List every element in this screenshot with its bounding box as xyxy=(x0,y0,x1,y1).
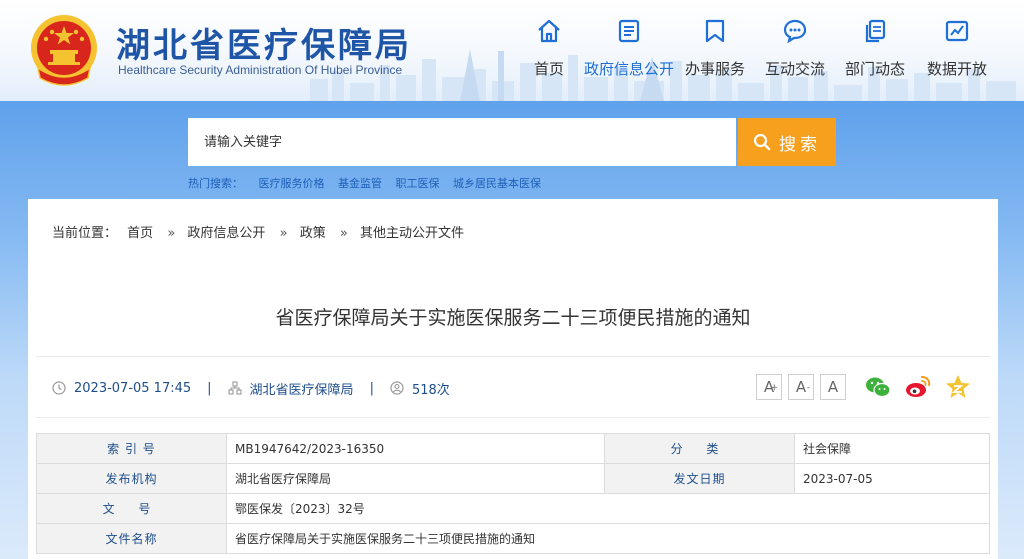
site-title: 湖北省医疗保障局 xyxy=(116,26,412,66)
breadcrumb-gov-info[interactable]: 政府信息公开 xyxy=(187,226,265,241)
font-default-button[interactable]: A xyxy=(820,374,846,400)
font-default-label: A xyxy=(827,378,839,396)
breadcrumb-separator: » xyxy=(167,226,176,241)
home-icon xyxy=(538,19,560,43)
site-subtitle: Healthcare Security Administration Of Hu… xyxy=(118,63,403,77)
hot-search-term[interactable]: 职工医保 xyxy=(396,177,440,190)
hot-search: 热门搜索： 医疗服务价格 基金监管 职工医保 城乡居民基本医保 xyxy=(188,175,551,191)
search-button-label: 搜索 xyxy=(779,134,821,155)
document-name-value: 省医疗保障局关于实施医保服务二十三项便民措施的通知 xyxy=(226,523,990,554)
font-decrease-button[interactable]: A- xyxy=(788,374,814,400)
nav-item-gov-info[interactable]: 政府信息公开 xyxy=(584,10,674,88)
clock-icon xyxy=(52,381,66,395)
organization-icon xyxy=(227,381,242,395)
qzone-star-icon[interactable] xyxy=(944,373,972,401)
index-number-label: 索 引 号 xyxy=(36,433,227,464)
publish-datetime: 2023-07-05 17:45 xyxy=(74,380,192,396)
article-meta: 2023-07-05 17:45 | 湖北省医疗保障局 | 518次 xyxy=(52,378,450,398)
nav-item-open-data[interactable]: 数据开放 xyxy=(912,10,1002,88)
table-row: 文件名称 省医疗保障局关于实施医保服务二十三项便民措施的通知 xyxy=(36,523,990,554)
hot-search-term[interactable]: 医疗服务价格 xyxy=(259,177,325,190)
search-button[interactable]: 搜索 xyxy=(738,118,836,166)
nav-label: 政府信息公开 xyxy=(584,60,675,78)
chat-bubble-icon xyxy=(783,19,807,44)
national-emblem-icon xyxy=(31,15,97,86)
breadcrumb-separator: » xyxy=(339,226,348,241)
category-label: 分 类 xyxy=(604,433,795,464)
breadcrumb-other-files[interactable]: 其他主动公开文件 xyxy=(360,226,464,241)
share-buttons xyxy=(864,373,972,401)
category-value: 社会保障 xyxy=(794,433,990,464)
site-header: 湖北省医疗保障局 Healthcare Security Administrat… xyxy=(0,0,1024,101)
font-increase-button[interactable]: A + xyxy=(756,374,782,400)
meta-divider: | xyxy=(369,380,374,396)
copy-document-icon xyxy=(865,19,886,43)
nav-item-services[interactable]: 办事服务 xyxy=(670,10,760,88)
weibo-icon[interactable] xyxy=(904,373,932,401)
breadcrumb: 当前位置： 首页 » 政府信息公开 » 政策 » 其他主动公开文件 xyxy=(52,222,470,241)
font-size-controls: A + A- A xyxy=(756,374,846,400)
view-count: 518次 xyxy=(411,382,450,398)
nav-label: 办事服务 xyxy=(684,60,745,78)
breadcrumb-separator: » xyxy=(279,226,288,241)
hot-search-label: 热门搜索： xyxy=(188,177,243,190)
table-row: 文 号 鄂医保发〔2023〕32号 xyxy=(36,493,990,524)
nav-item-home[interactable]: 首页 xyxy=(504,10,594,88)
document-number-value: 鄂医保发〔2023〕32号 xyxy=(226,493,990,524)
breadcrumb-label: 当前位置： xyxy=(52,226,118,241)
table-row: 索 引 号 MB1947642/2023-16350 分 类 社会保障 xyxy=(36,433,990,464)
font-increase-sup: + xyxy=(770,383,778,393)
nav-item-department-news[interactable]: 部门动态 xyxy=(830,10,920,88)
user-icon xyxy=(390,381,404,395)
font-decrease-label: A xyxy=(795,378,807,396)
nav-label: 数据开放 xyxy=(926,60,987,78)
issue-date-value: 2023-07-05 xyxy=(794,463,990,494)
font-decrease-sup: - xyxy=(806,383,810,393)
document-info-table: 索 引 号 MB1947642/2023-16350 分 类 社会保障 发布机构… xyxy=(36,433,990,554)
issuer-value: 湖北省医疗保障局 xyxy=(226,463,605,494)
wechat-icon[interactable] xyxy=(864,373,892,401)
nav-item-interaction[interactable]: 互动交流 xyxy=(750,10,840,88)
chart-edit-icon xyxy=(945,20,969,42)
table-row: 发布机构 湖北省医疗保障局 发文日期 2023-07-05 xyxy=(36,463,990,494)
article-source: 湖北省医疗保障局 xyxy=(249,382,354,398)
document-number-label: 文 号 xyxy=(36,493,227,524)
issuer-label: 发布机构 xyxy=(36,463,227,494)
main-nav: 首页 政府信息公开 办事服务 互动交流 部门动态 数据开放 xyxy=(512,10,1016,90)
title-divider xyxy=(36,356,990,357)
document-list-icon xyxy=(618,19,640,43)
meta-divider: | xyxy=(207,380,212,396)
search-icon xyxy=(753,133,771,151)
nav-label: 互动交流 xyxy=(764,60,825,78)
nav-label: 首页 xyxy=(533,60,564,78)
issue-date-label: 发文日期 xyxy=(604,463,795,494)
bookmark-icon xyxy=(705,19,725,43)
search-input[interactable] xyxy=(188,118,736,166)
hot-search-term[interactable]: 城乡居民基本医保 xyxy=(453,177,541,190)
breadcrumb-home[interactable]: 首页 xyxy=(127,226,153,241)
hot-search-term[interactable]: 基金监管 xyxy=(338,177,382,190)
meta-divider-line xyxy=(36,417,990,418)
search-box xyxy=(188,118,736,166)
breadcrumb-policy[interactable]: 政策 xyxy=(300,226,326,241)
article-title: 省医疗保障局关于实施医保服务二十三项便民措施的通知 xyxy=(275,307,751,329)
document-name-label: 文件名称 xyxy=(36,523,227,554)
nav-label: 部门动态 xyxy=(844,60,905,78)
index-number-value: MB1947642/2023-16350 xyxy=(226,433,605,464)
